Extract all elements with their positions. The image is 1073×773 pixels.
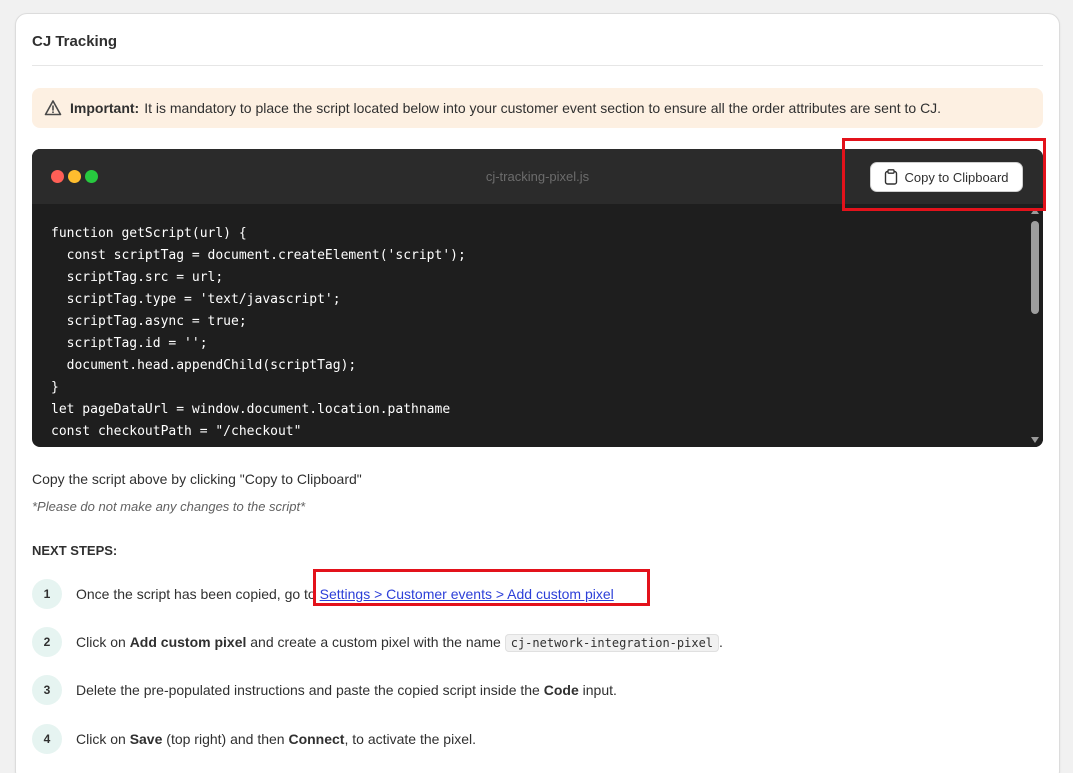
card-title: CJ Tracking <box>32 33 118 50</box>
step-text: Click on Save (top right) and then Conne… <box>76 731 476 747</box>
step-text-part: and create a custom pixel with the name <box>246 634 505 650</box>
code-line: const scriptTag = document.createElement… <box>51 248 466 263</box>
scroll-thumb[interactable] <box>1031 221 1039 314</box>
code-line: document.head.appendChild(scriptTag); <box>51 358 357 373</box>
step-text: Delete the pre-populated instructions an… <box>76 682 617 698</box>
step-text-part: (top right) and then <box>162 731 289 747</box>
code-window: cj-tracking-pixel.js Copy to Clipboard f… <box>32 149 1043 447</box>
step-number: 1 <box>32 579 62 609</box>
no-changes-note: *Please do not make any changes to the s… <box>32 499 306 514</box>
step-bold-text: Code <box>543 682 579 698</box>
step-2: 2 Click on Add custom pixel and create a… <box>32 627 723 657</box>
code-line: } <box>51 380 59 395</box>
step-bold-text: Add custom pixel <box>129 634 247 650</box>
copy-button-label: Copy to Clipboard <box>904 169 1009 185</box>
code-line: scriptTag.type = 'text/javascript'; <box>51 292 341 307</box>
step-text-part: , to activate the pixel. <box>344 731 476 747</box>
step-text: Once the script has been copied, go to S… <box>76 586 614 602</box>
code-window-header: cj-tracking-pixel.js Copy to Clipboard <box>32 149 1043 204</box>
step-3: 3 Delete the pre-populated instructions … <box>32 675 617 705</box>
copy-instructions: Copy the script above by clicking "Copy … <box>32 471 362 487</box>
banner-text: It is mandatory to place the script loca… <box>144 100 942 116</box>
scroll-down-arrow-icon[interactable] <box>1031 437 1039 443</box>
step-text-part: Delete the pre-populated instructions an… <box>76 682 544 698</box>
step-text-part: Click on <box>76 634 130 650</box>
customer-events-link[interactable]: Settings > Customer events > Add custom … <box>320 586 614 602</box>
step-1: 1 Once the script has been copied, go to… <box>32 579 614 609</box>
step-bold-text: Connect <box>288 731 345 747</box>
step-number: 4 <box>32 724 62 754</box>
step-text-part: Click on <box>76 731 130 747</box>
code-line: let pageDataUrl = window.document.locati… <box>51 402 451 417</box>
step-text-part: input. <box>578 682 617 698</box>
code-line: scriptTag.id = ''; <box>51 336 208 351</box>
cj-tracking-card: CJ Tracking Important: It is mandatory t… <box>15 13 1060 773</box>
step-number: 2 <box>32 627 62 657</box>
divider <box>32 65 1043 66</box>
pixel-name-code: cj-network-integration-pixel <box>504 634 720 652</box>
code-line: scriptTag.async = true; <box>51 314 247 329</box>
code-line: scriptTag.src = url; <box>51 270 224 285</box>
step-bold-text: Save <box>129 731 163 747</box>
code-body[interactable]: function getScript(url) { const scriptTa… <box>32 204 1027 447</box>
step-4: 4 Click on Save (top right) and then Con… <box>32 724 476 754</box>
code-scrollbar[interactable] <box>1027 204 1043 447</box>
step-text: Click on Add custom pixel and create a c… <box>76 634 723 652</box>
copy-to-clipboard-button[interactable]: Copy to Clipboard <box>870 162 1023 192</box>
warning-icon <box>44 99 62 117</box>
next-steps-title: NEXT STEPS: <box>32 543 118 558</box>
important-banner: Important: It is mandatory to place the … <box>32 88 1043 128</box>
clipboard-icon <box>884 169 898 185</box>
step-text-part: Once the script has been copied, go to <box>76 586 320 602</box>
step-number: 3 <box>32 675 62 705</box>
code-line: const checkoutPath = "/checkout" <box>51 424 302 439</box>
scroll-up-arrow-icon[interactable] <box>1031 208 1039 214</box>
step-text-part: . <box>719 634 723 650</box>
banner-label: Important: <box>70 100 140 116</box>
code-line: function getScript(url) { <box>51 226 247 241</box>
